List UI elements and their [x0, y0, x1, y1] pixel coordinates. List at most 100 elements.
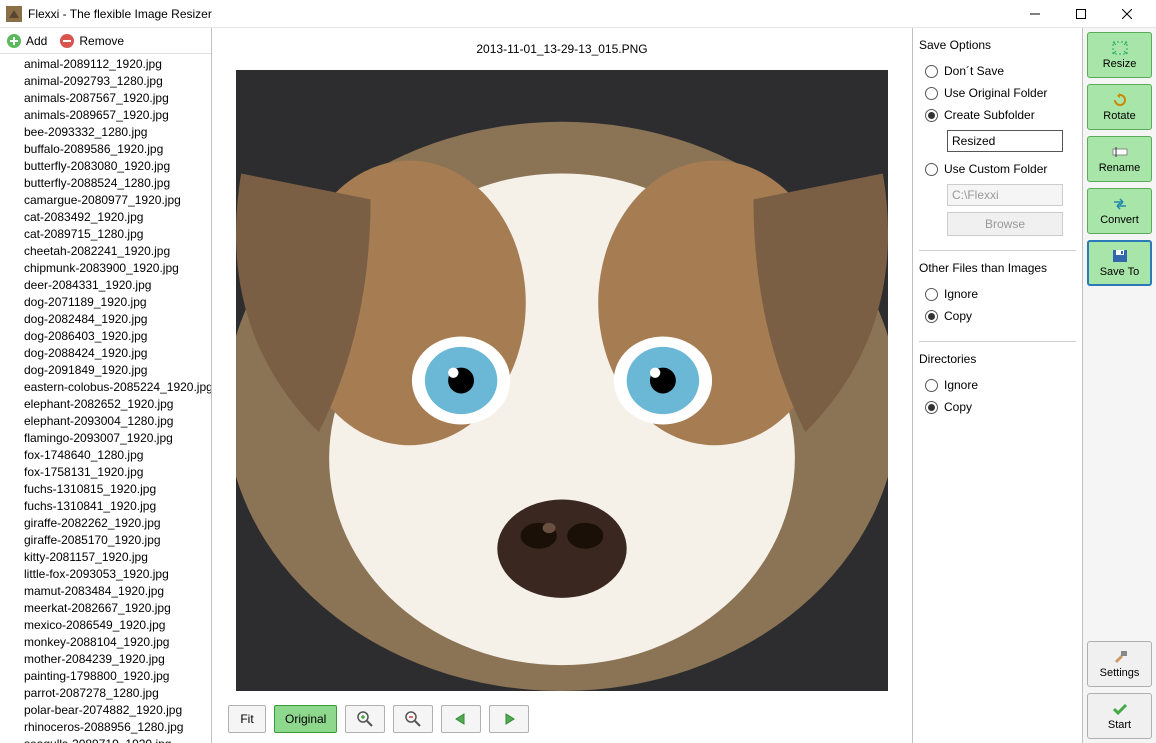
zoom-out-icon — [404, 710, 422, 728]
list-item[interactable]: mamut-2083484_1920.jpg — [0, 583, 211, 600]
titlebar: Flexxi - The flexible Image Resizer — [0, 0, 1156, 28]
list-item[interactable]: eastern-colobus-2085224_1920.jpg — [0, 379, 211, 396]
fit-button[interactable]: Fit — [228, 705, 266, 733]
app-logo-icon — [6, 6, 22, 22]
list-item[interactable]: meerkat-2082667_1920.jpg — [0, 600, 211, 617]
list-item[interactable]: cat-2083492_1920.jpg — [0, 209, 211, 226]
list-item[interactable]: elephant-2093004_1280.jpg — [0, 413, 211, 430]
start-button[interactable]: Start — [1087, 693, 1152, 739]
dirs-copy-radio[interactable]: Copy — [919, 396, 1076, 418]
preview-panel: 2013-11-01_13-29-13_015.PNG — [212, 28, 912, 743]
list-item[interactable]: seagulls-2089719_1920.jpg — [0, 736, 211, 743]
image-preview — [236, 70, 888, 691]
preview-controls: Fit Original — [222, 691, 902, 733]
zoom-in-icon — [356, 710, 374, 728]
file-panel: Add Remove animal-2089112_1920.jpganimal… — [0, 28, 212, 743]
list-item[interactable]: mother-2084239_1920.jpg — [0, 651, 211, 668]
resize-icon — [1111, 40, 1129, 56]
list-item[interactable]: dog-2091849_1920.jpg — [0, 362, 211, 379]
minus-icon — [59, 33, 75, 49]
close-button[interactable] — [1104, 0, 1150, 28]
prev-button[interactable] — [441, 705, 481, 733]
list-item[interactable]: deer-2084331_1920.jpg — [0, 277, 211, 294]
list-item[interactable]: little-fox-2093053_1920.jpg — [0, 566, 211, 583]
plus-icon — [6, 33, 22, 49]
list-item[interactable]: dog-2071189_1920.jpg — [0, 294, 211, 311]
other-ignore-radio[interactable]: Ignore — [919, 283, 1076, 305]
minimize-button[interactable] — [1012, 0, 1058, 28]
list-item[interactable]: bee-2093332_1280.jpg — [0, 124, 211, 141]
list-item[interactable]: dog-2088424_1920.jpg — [0, 345, 211, 362]
subfolder-radio[interactable]: Create Subfolder — [919, 104, 1076, 126]
dirs-title: Directories — [919, 352, 1076, 366]
list-item[interactable]: fuchs-1310841_1920.jpg — [0, 498, 211, 515]
list-item[interactable]: fox-1748640_1280.jpg — [0, 447, 211, 464]
add-button[interactable]: Add — [6, 33, 47, 49]
check-icon — [1111, 701, 1129, 717]
list-item[interactable]: giraffe-2082262_1920.jpg — [0, 515, 211, 532]
custom-folder-input — [947, 184, 1063, 206]
saveto-button[interactable]: Save To — [1087, 240, 1152, 286]
save-options-title: Save Options — [919, 38, 1076, 52]
action-sidebar: Resize Rotate Rename Convert Save To Set… — [1082, 28, 1156, 743]
maximize-button[interactable] — [1058, 0, 1104, 28]
dont-save-radio[interactable]: Don´t Save — [919, 60, 1076, 82]
list-item[interactable]: dog-2082484_1920.jpg — [0, 311, 211, 328]
list-item[interactable]: mexico-2086549_1920.jpg — [0, 617, 211, 634]
options-panel: Save Options Don´t Save Use Original Fol… — [912, 28, 1082, 743]
convert-icon — [1111, 196, 1129, 212]
list-item[interactable]: animals-2087567_1920.jpg — [0, 90, 211, 107]
list-item[interactable]: butterfly-2088524_1280.jpg — [0, 175, 211, 192]
original-button[interactable]: Original — [274, 705, 337, 733]
other-files-title: Other Files than Images — [919, 261, 1076, 275]
save-icon — [1111, 248, 1129, 264]
list-item[interactable]: buffalo-2089586_1920.jpg — [0, 141, 211, 158]
custom-folder-radio[interactable]: Use Custom Folder — [919, 158, 1076, 180]
settings-button[interactable]: Settings — [1087, 641, 1152, 687]
rename-button[interactable]: Rename — [1087, 136, 1152, 182]
list-item[interactable]: rhinoceros-2088956_1280.jpg — [0, 719, 211, 736]
zoom-out-button[interactable] — [393, 705, 433, 733]
rotate-button[interactable]: Rotate — [1087, 84, 1152, 130]
preview-filename: 2013-11-01_13-29-13_015.PNG — [222, 38, 902, 70]
window-title: Flexxi - The flexible Image Resizer — [28, 7, 1012, 21]
file-toolbar: Add Remove — [0, 28, 211, 54]
list-item[interactable]: parrot-2087278_1280.jpg — [0, 685, 211, 702]
list-item[interactable]: kitty-2081157_1920.jpg — [0, 549, 211, 566]
list-item[interactable]: fox-1758131_1920.jpg — [0, 464, 211, 481]
list-item[interactable]: camargue-2080977_1920.jpg — [0, 192, 211, 209]
resize-button[interactable]: Resize — [1087, 32, 1152, 78]
list-item[interactable]: painting-1798800_1920.jpg — [0, 668, 211, 685]
remove-button[interactable]: Remove — [59, 33, 124, 49]
add-label: Add — [26, 34, 47, 48]
list-item[interactable]: polar-bear-2074882_1920.jpg — [0, 702, 211, 719]
list-item[interactable]: chipmunk-2083900_1920.jpg — [0, 260, 211, 277]
next-button[interactable] — [489, 705, 529, 733]
zoom-in-button[interactable] — [345, 705, 385, 733]
rename-icon — [1111, 144, 1129, 160]
list-item[interactable]: cheetah-2082241_1920.jpg — [0, 243, 211, 260]
dirs-ignore-radio[interactable]: Ignore — [919, 374, 1076, 396]
arrow-left-icon — [452, 712, 470, 726]
list-item[interactable]: animal-2089112_1920.jpg — [0, 56, 211, 73]
subfolder-name-input[interactable] — [947, 130, 1063, 152]
remove-label: Remove — [79, 34, 124, 48]
browse-button: Browse — [947, 212, 1063, 236]
other-copy-radio[interactable]: Copy — [919, 305, 1076, 327]
preview-image — [236, 70, 888, 691]
original-folder-radio[interactable]: Use Original Folder — [919, 82, 1076, 104]
list-item[interactable]: monkey-2088104_1920.jpg — [0, 634, 211, 651]
list-item[interactable]: animals-2089657_1920.jpg — [0, 107, 211, 124]
list-item[interactable]: animal-2092793_1280.jpg — [0, 73, 211, 90]
file-list[interactable]: animal-2089112_1920.jpganimal-2092793_12… — [0, 54, 211, 743]
list-item[interactable]: giraffe-2085170_1920.jpg — [0, 532, 211, 549]
hammer-icon — [1111, 649, 1129, 665]
arrow-right-icon — [500, 712, 518, 726]
list-item[interactable]: fuchs-1310815_1920.jpg — [0, 481, 211, 498]
list-item[interactable]: cat-2089715_1280.jpg — [0, 226, 211, 243]
list-item[interactable]: elephant-2082652_1920.jpg — [0, 396, 211, 413]
list-item[interactable]: butterfly-2083080_1920.jpg — [0, 158, 211, 175]
convert-button[interactable]: Convert — [1087, 188, 1152, 234]
list-item[interactable]: dog-2086403_1920.jpg — [0, 328, 211, 345]
list-item[interactable]: flamingo-2093007_1920.jpg — [0, 430, 211, 447]
